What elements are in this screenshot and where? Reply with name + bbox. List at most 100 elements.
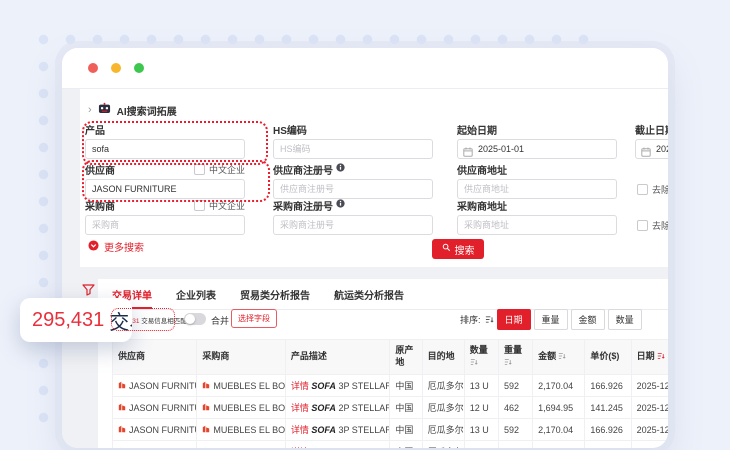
page-background: › AI搜索词拓展 产品 HS编码 起始日期 <box>62 89 668 448</box>
column-header[interactable]: 数量 <box>464 340 498 375</box>
start-date-input[interactable] <box>457 139 617 159</box>
buyer-address-field: 采购商地址 <box>457 199 617 235</box>
ai-expand-row[interactable]: › AI搜索词拓展 <box>88 101 177 119</box>
origin-cell: 中国 <box>390 375 422 397</box>
supplier-strip-checkbox[interactable] <box>637 184 648 195</box>
maximize-window-icon[interactable] <box>134 63 144 73</box>
chevron-right-icon: › <box>88 105 92 116</box>
product-cell[interactable]: 详情 SOFA 3P STELLAR MUE... <box>285 419 390 441</box>
tab[interactable]: 贸易类分析报告 <box>240 287 310 309</box>
quantity-cell: 12 U <box>464 397 498 419</box>
buyer-cell[interactable]: MUEBLES EL BOSQUE S.A <box>197 419 285 441</box>
unit-price-cell: 166.926 <box>585 419 631 441</box>
browser-titlebar <box>62 48 668 89</box>
product-input[interactable] <box>85 139 245 159</box>
column-header[interactable]: 金额 <box>533 340 585 375</box>
transactions-table: 供应商 采购商 产品描述 原产地 目的地 数量 <box>112 339 668 448</box>
supplier-reg-input[interactable] <box>273 179 433 199</box>
supplier-cell[interactable]: JASON FURNITURE <box>113 441 197 449</box>
buyer-cell[interactable]: MUEBLES EL BOSQUE S.A <box>197 375 285 397</box>
unit-price-cell: 166.926 <box>585 375 631 397</box>
info-icon <box>336 163 345 175</box>
column-header[interactable]: 重量 <box>498 340 532 375</box>
sort-icon <box>657 352 665 364</box>
supplier-chinese-checkbox[interactable] <box>194 164 205 175</box>
amount-cell: 2,170.04 <box>533 375 585 397</box>
buyer-input[interactable] <box>85 215 245 235</box>
buyer-cell[interactable]: MUEBLES EL BOSQUE S.A <box>197 441 285 449</box>
weight-cell: 462 <box>498 441 532 449</box>
supplier-cell[interactable]: JASON FURNITURE <box>113 397 197 419</box>
supplier-cell[interactable]: JASON FURNITURE <box>113 375 197 397</box>
sort-chip[interactable]: 重量 <box>534 309 568 330</box>
supplier-cell[interactable]: JASON FURNITURE <box>113 419 197 441</box>
amount-cell: 1,694.95 <box>533 441 585 449</box>
supplier-field: 供应商 中文企业 <box>85 163 245 199</box>
company-icon <box>202 425 210 435</box>
detail-link[interactable]: 详情 <box>291 403 309 413</box>
company-icon <box>118 425 126 435</box>
supplier-reg-field: 供应商注册号 <box>273 163 433 199</box>
supplier-address-input[interactable] <box>457 179 617 199</box>
column-header[interactable]: 目的地 <box>422 340 464 375</box>
supplier-address-label: 供应商地址 <box>457 162 507 177</box>
supplier-strip-logistics[interactable]: 去除物 <box>637 183 668 196</box>
sort-label: 排序: <box>460 313 481 326</box>
buyer-chinese-checkbox[interactable] <box>194 200 205 211</box>
end-date-input[interactable] <box>635 139 668 159</box>
buyer-reg-field: 采购商注册号 <box>273 199 433 235</box>
tab[interactable]: 企业列表 <box>176 287 216 309</box>
sort-icon <box>558 352 566 364</box>
detail-link[interactable]: 详情 <box>291 447 309 448</box>
sort-bar: 排序: 日期 重量 金额 数量 <box>460 309 642 330</box>
select-fields-button[interactable]: 选择字段 <box>231 309 277 328</box>
tab[interactable]: 航运类分析报告 <box>334 287 404 309</box>
sort-chip[interactable]: 数量 <box>608 309 642 330</box>
close-window-icon[interactable] <box>88 63 98 73</box>
supplier-input[interactable] <box>85 179 245 199</box>
merge-toggle[interactable] <box>184 313 206 325</box>
supplier-strip-label: 去除物 <box>652 183 668 196</box>
merge-label: 合并 <box>211 314 229 327</box>
more-search-toggle[interactable]: 更多搜索 <box>88 239 144 254</box>
buyer-strip-checkbox[interactable] <box>637 220 648 231</box>
hs-code-label: HS编码 <box>273 122 307 137</box>
column-header[interactable]: 日期 <box>631 340 668 375</box>
table-row: JASON FURNITURE MUEBLES EL BOSQUE S.A 详情… <box>113 419 669 441</box>
search-button[interactable]: 搜索 <box>432 239 484 259</box>
supplier-reg-label: 供应商注册号 <box>273 162 333 177</box>
product-cell[interactable]: 详情 SOFA 2P STELLAR MUE... <box>285 441 390 449</box>
buyer-cell[interactable]: MUEBLES EL BOSQUE S.A <box>197 397 285 419</box>
sort-chips: 日期 重量 金额 数量 <box>497 309 642 330</box>
buyer-address-input[interactable] <box>457 215 617 235</box>
product-cell[interactable]: 详情 SOFA 2P STELLAR MUE... <box>285 397 390 419</box>
column-header[interactable]: 采购商 <box>197 340 285 375</box>
end-date-label: 截止日期 <box>635 122 668 137</box>
detail-link[interactable]: 详情 <box>291 381 309 391</box>
buyer-address-label: 采购商地址 <box>457 198 507 213</box>
product-cell[interactable]: 详情 SOFA 3P STELLAR MUE... <box>285 375 390 397</box>
sort-chip[interactable]: 金额 <box>571 309 605 330</box>
quantity-cell: 13 U <box>464 419 498 441</box>
supplier-chinese-label: 中文企业 <box>209 163 245 176</box>
minimize-window-icon[interactable] <box>111 63 121 73</box>
search-button-label: 搜索 <box>455 242 475 257</box>
hs-code-input[interactable] <box>273 139 433 159</box>
end-date-field: 截止日期 <box>635 123 668 159</box>
search-icon <box>442 243 451 255</box>
buyer-strip-logistics[interactable]: 去除物 <box>637 219 668 232</box>
detail-link[interactable]: 详情 <box>291 425 309 435</box>
sort-chip[interactable]: 日期 <box>497 309 531 330</box>
column-header[interactable]: 单价($) <box>585 340 631 375</box>
column-header[interactable]: 产品描述 <box>285 340 390 375</box>
buyer-field: 采购商 中文企业 <box>85 199 245 235</box>
column-header[interactable]: 原产地 <box>390 340 422 375</box>
sort-order-icon[interactable] <box>485 311 494 329</box>
table-row: JASON FURNITURE MUEBLES EL BOSQUE S.A 详情… <box>113 375 669 397</box>
buyer-chinese-label: 中文企业 <box>209 199 245 212</box>
unit-price-cell: 141.245 <box>585 441 631 449</box>
column-header[interactable]: 供应商 <box>113 340 197 375</box>
buyer-reg-input[interactable] <box>273 215 433 235</box>
origin-cell: 中国 <box>390 441 422 449</box>
destination-cell: 厄瓜多尔 <box>422 441 464 449</box>
